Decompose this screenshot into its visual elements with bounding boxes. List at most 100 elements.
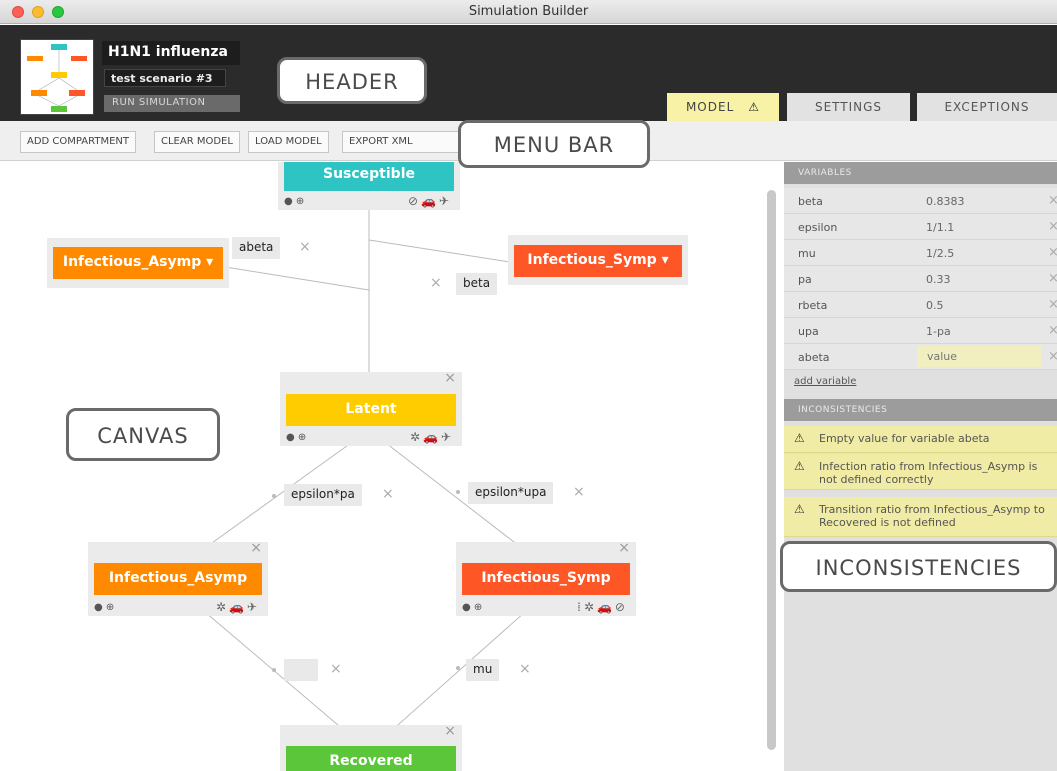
- transport-icons[interactable]: ⁞✲🚗⊘: [577, 600, 628, 614]
- info-add-icons[interactable]: ● ⊕: [94, 602, 114, 613]
- variable-value-input[interactable]: [917, 346, 1041, 367]
- model-thumbnail[interactable]: [20, 39, 94, 115]
- variable-name[interactable]: mu: [798, 247, 816, 260]
- transition-label-mu[interactable]: mu: [466, 659, 500, 681]
- delete-variable-icon[interactable]: ×: [1048, 297, 1057, 312]
- variable-name[interactable]: upa: [798, 325, 819, 338]
- compartment-infectious-symp[interactable]: × Infectious_Symp ● ⊕ ⁞✲🚗⊘: [456, 540, 636, 616]
- remove-transition-icon[interactable]: ×: [430, 275, 442, 291]
- compartment-label[interactable]: Infectious_Asymp: [94, 563, 262, 595]
- variable-value[interactable]: 1/1.1: [926, 221, 954, 234]
- callout-canvas: CANVAS: [66, 408, 220, 461]
- variable-value[interactable]: 0.5: [926, 299, 944, 312]
- inconsistency-text: Infection ratio from Infectious_Asymp is: [819, 460, 1038, 473]
- remove-transition-icon[interactable]: ×: [299, 239, 311, 255]
- window-title: Simulation Builder: [468, 4, 589, 19]
- inconsistency-text: Empty value for variable abeta: [819, 432, 990, 445]
- edge-symp-infection: [368, 239, 511, 263]
- info-add-icons[interactable]: ● ⊕: [284, 196, 304, 207]
- delete-compartment-icon[interactable]: ×: [444, 723, 456, 739]
- tab-model[interactable]: MODEL ⚠: [667, 93, 779, 121]
- clear-model-button[interactable]: CLEAR MODEL: [154, 131, 240, 153]
- compartment-label[interactable]: Infectious_Symp ▾: [514, 245, 682, 277]
- warning-icon: ⚠: [794, 431, 805, 445]
- variable-value[interactable]: 0.33: [926, 273, 951, 286]
- delete-variable-icon[interactable]: ×: [1048, 323, 1057, 338]
- variable-row[interactable]: beta 0.8383 ×: [784, 188, 1057, 214]
- transport-icons[interactable]: ⊘🚗✈: [408, 194, 452, 208]
- compartment-label[interactable]: Infectious_Symp: [462, 563, 630, 595]
- variable-name[interactable]: beta: [798, 195, 823, 208]
- delete-variable-icon[interactable]: ×: [1048, 349, 1057, 364]
- tab-exceptions-label: EXCEPTIONS: [944, 100, 1030, 114]
- run-simulation-button[interactable]: RUN SIMULATION: [104, 95, 240, 112]
- transition-label-epsilon-pa[interactable]: epsilon*pa: [284, 484, 362, 506]
- compartment-latent[interactable]: × Latent ● ⊕ ✲🚗✈: [280, 370, 462, 446]
- compartment-infectious-symp-source[interactable]: Infectious_Symp ▾: [508, 235, 688, 285]
- transition-label-epsilon-upa[interactable]: epsilon*upa: [468, 482, 554, 504]
- tab-exceptions[interactable]: EXCEPTIONS: [917, 93, 1057, 121]
- remove-transition-icon[interactable]: ×: [519, 661, 531, 677]
- edge-asymp-infection: [224, 266, 370, 291]
- delete-variable-icon[interactable]: ×: [1048, 193, 1057, 208]
- compartment-susceptible[interactable]: Susceptible ● ⊕ ⊘🚗✈: [278, 162, 460, 210]
- add-variable-link[interactable]: add variable: [794, 376, 856, 387]
- remove-transition-icon[interactable]: ×: [330, 661, 342, 677]
- dropdown-caret-icon[interactable]: ▾: [662, 252, 669, 268]
- variable-name[interactable]: pa: [798, 273, 812, 286]
- remove-transition-icon[interactable]: ×: [573, 484, 585, 500]
- tab-settings-label: SETTINGS: [814, 100, 883, 114]
- transition-label-empty[interactable]: [284, 659, 318, 681]
- warning-icon: ⚠: [794, 502, 805, 516]
- delete-compartment-icon[interactable]: ×: [618, 540, 630, 556]
- inconsistency-text: not defined correctly: [819, 473, 934, 486]
- inconsistency-item[interactable]: ⚠ Infection ratio from Infectious_Asymp …: [784, 454, 1057, 490]
- delete-compartment-icon[interactable]: ×: [250, 540, 262, 556]
- info-add-icons[interactable]: ● ⊕: [286, 432, 306, 443]
- compartment-infectious-asymp[interactable]: × Infectious_Asymp ● ⊕ ✲🚗✈: [88, 540, 268, 616]
- export-xml-button[interactable]: EXPORT XML: [342, 131, 460, 153]
- delete-compartment-icon[interactable]: ×: [444, 370, 456, 386]
- variable-value[interactable]: 1-pa: [926, 325, 951, 338]
- variable-name[interactable]: epsilon: [798, 221, 837, 234]
- delete-variable-icon[interactable]: ×: [1048, 271, 1057, 286]
- canvas-scrollbar-thumb[interactable]: [767, 190, 776, 750]
- transport-icons[interactable]: ✲🚗✈: [216, 600, 260, 614]
- compartment-label[interactable]: Recovered: [286, 746, 456, 771]
- inconsistency-item[interactable]: ⚠ Empty value for variable abeta: [784, 426, 1057, 453]
- callout-header: HEADER: [277, 57, 427, 104]
- variable-row[interactable]: rbeta 0.5 ×: [784, 292, 1057, 318]
- compartment-infectious-asymp-source[interactable]: Infectious_Asymp ▾: [47, 238, 229, 288]
- variable-row[interactable]: pa 0.33 ×: [784, 266, 1057, 292]
- tab-model-label: MODEL: [685, 100, 735, 114]
- delete-variable-icon[interactable]: ×: [1048, 245, 1057, 260]
- info-add-icons[interactable]: ● ⊕: [462, 602, 482, 613]
- variable-name[interactable]: abeta: [798, 351, 830, 364]
- transport-icons[interactable]: ✲🚗✈: [410, 430, 454, 444]
- compartment-label[interactable]: Infectious_Asymp ▾: [53, 247, 223, 279]
- canvas[interactable]: Susceptible ● ⊕ ⊘🚗✈ Infectious_Asymp ▾ I…: [0, 162, 770, 771]
- transition-label-beta[interactable]: beta: [456, 273, 498, 295]
- delete-variable-icon[interactable]: ×: [1048, 219, 1057, 234]
- variable-row[interactable]: upa 1-pa ×: [784, 318, 1057, 344]
- dropdown-caret-icon[interactable]: ▾: [206, 254, 213, 270]
- variable-name[interactable]: rbeta: [798, 299, 827, 312]
- scenario-name[interactable]: test scenario #3: [104, 69, 226, 87]
- inconsistency-text: Recovered is not defined: [819, 516, 956, 529]
- variable-row[interactable]: epsilon 1/1.1 ×: [784, 214, 1057, 240]
- callout-menu-bar: MENU BAR: [458, 120, 650, 168]
- variable-row[interactable]: mu 1/2.5 ×: [784, 240, 1057, 266]
- variable-row[interactable]: abeta ×: [784, 344, 1057, 370]
- load-model-button[interactable]: LOAD MODEL: [248, 131, 329, 153]
- project-name[interactable]: H1N1 influenza: [102, 41, 240, 65]
- remove-transition-icon[interactable]: ×: [382, 486, 394, 502]
- compartment-label[interactable]: Susceptible: [284, 162, 454, 191]
- compartment-label[interactable]: Latent: [286, 394, 456, 426]
- add-compartment-button[interactable]: ADD COMPARTMENT: [20, 131, 136, 153]
- compartment-recovered[interactable]: × Recovered: [280, 723, 462, 771]
- inconsistency-item[interactable]: ⚠ Transition ratio from Infectious_Asymp…: [784, 497, 1057, 537]
- variable-value[interactable]: 1/2.5: [926, 247, 954, 260]
- variable-value[interactable]: 0.8383: [926, 195, 965, 208]
- tab-settings[interactable]: SETTINGS: [787, 93, 910, 121]
- transition-label-abeta[interactable]: abeta: [232, 237, 281, 259]
